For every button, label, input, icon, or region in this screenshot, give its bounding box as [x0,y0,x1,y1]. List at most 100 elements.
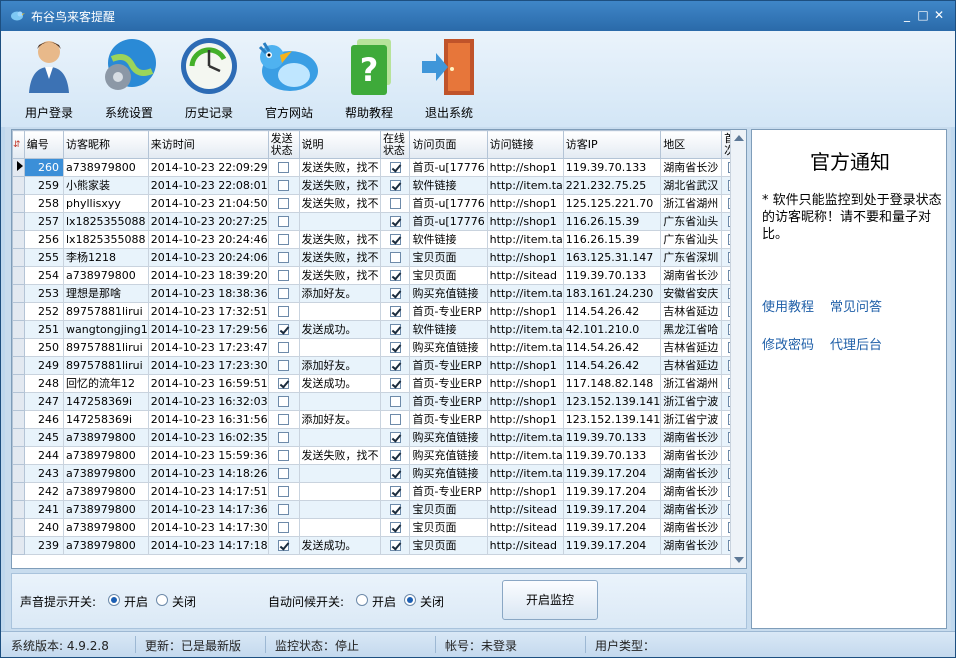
column-header[interactable]: 访问链接 [486,130,564,159]
official-site-button[interactable]: 官方网站 [253,33,325,125]
table-row[interactable]: 245 a738979800 2014-10-23 16:02:35 购买充值链接 ht… [12,428,746,447]
checkbox-icon[interactable] [278,198,290,209]
checkbox-icon[interactable] [389,522,401,533]
online-status-checkbox[interactable] [379,428,411,447]
start-monitor-button[interactable]: 开启监控 [502,580,598,620]
checkbox-icon[interactable] [389,360,401,371]
sent-status-checkbox[interactable] [267,374,300,393]
table-row[interactable]: 241 a738979800 2014-10-23 14:17:36 宝贝页面 http… [12,500,746,519]
sent-status-checkbox[interactable] [267,428,300,447]
sound-on-label[interactable]: 开启 [124,593,148,610]
online-status-checkbox[interactable] [379,500,411,519]
checkbox-icon[interactable] [389,396,401,407]
column-header[interactable]: 发送状态 [267,130,300,159]
checkbox-icon[interactable] [278,396,290,407]
checkbox-icon[interactable] [389,270,401,281]
column-header[interactable]: 访问页面 [409,130,488,159]
sent-status-checkbox[interactable] [267,194,300,213]
checkbox-icon[interactable] [389,216,401,227]
column-header[interactable]: 说明 [298,130,381,159]
table-row[interactable]: 259 小熊家装 2014-10-23 22:08:01 发送失败，找不 软件链接 htt… [12,176,746,195]
table-row[interactable]: 249 89757881lirui 2014-10-23 17:23:30 添加好友。… [12,356,746,375]
sent-status-checkbox[interactable] [267,518,300,537]
online-status-checkbox[interactable] [379,338,411,357]
sent-status-checkbox[interactable] [267,302,300,321]
checkbox-icon[interactable] [278,252,290,263]
online-status-checkbox[interactable] [379,482,411,501]
checkbox-icon[interactable] [389,414,401,425]
checkbox-icon[interactable] [278,450,290,461]
online-status-checkbox[interactable] [379,446,411,465]
tutorial-link[interactable]: 使用教程 [762,296,814,315]
online-status-checkbox[interactable] [379,320,411,339]
checkbox-icon[interactable] [278,360,290,371]
checkbox-icon[interactable] [389,378,401,389]
checkbox-icon[interactable] [278,432,290,443]
table-row[interactable]: 250 89757881lirui 2014-10-23 17:23:47 购买充值链… [12,338,746,357]
sent-status-checkbox[interactable] [267,410,300,429]
faq-link[interactable]: 常见问答 [830,296,882,315]
user-login-button[interactable]: 用户登录 [13,33,85,125]
online-status-checkbox[interactable] [379,212,411,231]
table-row[interactable]: 248 回忆的流年12 2014-10-23 16:59:51 发送成功。 首页-专业E… [12,374,746,393]
checkbox-icon[interactable] [278,324,290,335]
sent-status-checkbox[interactable] [267,320,300,339]
table-row[interactable]: 247 147258369i 2014-10-23 16:32:03 首页-专业ERP… [12,392,746,411]
online-status-checkbox[interactable] [379,284,411,303]
checkbox-icon[interactable] [278,522,290,533]
scroll-down-icon[interactable] [734,557,744,563]
checkbox-icon[interactable] [389,180,401,191]
table-row[interactable]: 257 lx1825355088 2014-10-23 20:27:25 首页-u[1… [12,212,746,231]
sound-off-label[interactable]: 关闭 [172,593,196,610]
sound-on-radio[interactable] [108,594,120,606]
checkbox-icon[interactable] [278,234,290,245]
title-bar[interactable]: 布谷鸟来客提醒 _ □ ✕ [1,1,955,31]
checkbox-icon[interactable] [278,306,290,317]
sent-status-checkbox[interactable] [267,176,300,195]
help-button[interactable]: ? 帮助教程 [333,33,405,125]
system-settings-button[interactable]: 系统设置 [93,33,165,125]
greet-off-label[interactable]: 关闭 [420,593,444,610]
table-row[interactable]: 239 a738979800 2014-10-23 14:17:18 发送成功。 宝贝页… [12,536,746,555]
online-status-checkbox[interactable] [379,176,411,195]
column-header[interactable]: 访客IP [562,130,662,159]
sent-status-checkbox[interactable] [267,158,300,177]
online-status-checkbox[interactable] [379,302,411,321]
sent-status-checkbox[interactable] [267,248,300,267]
online-status-checkbox[interactable] [379,356,411,375]
column-header[interactable]: 在线状态 [379,130,411,159]
online-status-checkbox[interactable] [379,392,411,411]
checkbox-icon[interactable] [389,432,401,443]
table-row[interactable]: 244 a738979800 2014-10-23 15:59:36 发送失败，找不 购… [12,446,746,465]
table-row[interactable]: 252 89757881lirui 2014-10-23 17:32:51 首页-专业… [12,302,746,321]
sent-status-checkbox[interactable] [267,446,300,465]
column-header[interactable]: 编号 [23,130,65,159]
checkbox-icon[interactable] [389,162,401,173]
online-status-checkbox[interactable] [379,194,411,213]
minimize-button[interactable]: _ [901,9,913,21]
online-status-checkbox[interactable] [379,536,411,555]
sent-status-checkbox[interactable] [267,464,300,483]
checkbox-icon[interactable] [278,378,290,389]
online-status-checkbox[interactable] [379,410,411,429]
checkbox-icon[interactable] [278,468,290,479]
table-row[interactable]: 242 a738979800 2014-10-23 14:17:51 首页-专业ERP… [12,482,746,501]
table-row[interactable]: 246 147258369i 2014-10-23 16:31:56 添加好友。 首页-… [12,410,746,429]
checkbox-icon[interactable] [389,252,401,263]
table-row[interactable]: 256 lx1825355088 2014-10-23 20:24:46 发送失败，找… [12,230,746,249]
online-status-checkbox[interactable] [379,464,411,483]
checkbox-icon[interactable] [389,540,401,551]
checkbox-icon[interactable] [278,486,290,497]
checkbox-icon[interactable] [278,414,290,425]
checkbox-icon[interactable] [389,504,401,515]
sent-status-checkbox[interactable] [267,536,300,555]
checkbox-icon[interactable] [389,306,401,317]
table-row[interactable]: 240 a738979800 2014-10-23 14:17:30 宝贝页面 http… [12,518,746,537]
change-password-link[interactable]: 修改密码 [762,334,814,353]
checkbox-icon[interactable] [389,234,401,245]
table-row[interactable]: 253 理想是那啥 2014-10-23 18:38:36 添加好友。 购买充值链接 ht… [12,284,746,303]
scroll-up-icon[interactable] [734,135,744,141]
table-row[interactable]: 255 李杨1218 2014-10-23 20:24:06 发送失败，找不 宝贝页面 h… [12,248,746,267]
checkbox-icon[interactable] [389,486,401,497]
column-header[interactable]: 来访时间 [147,130,269,159]
